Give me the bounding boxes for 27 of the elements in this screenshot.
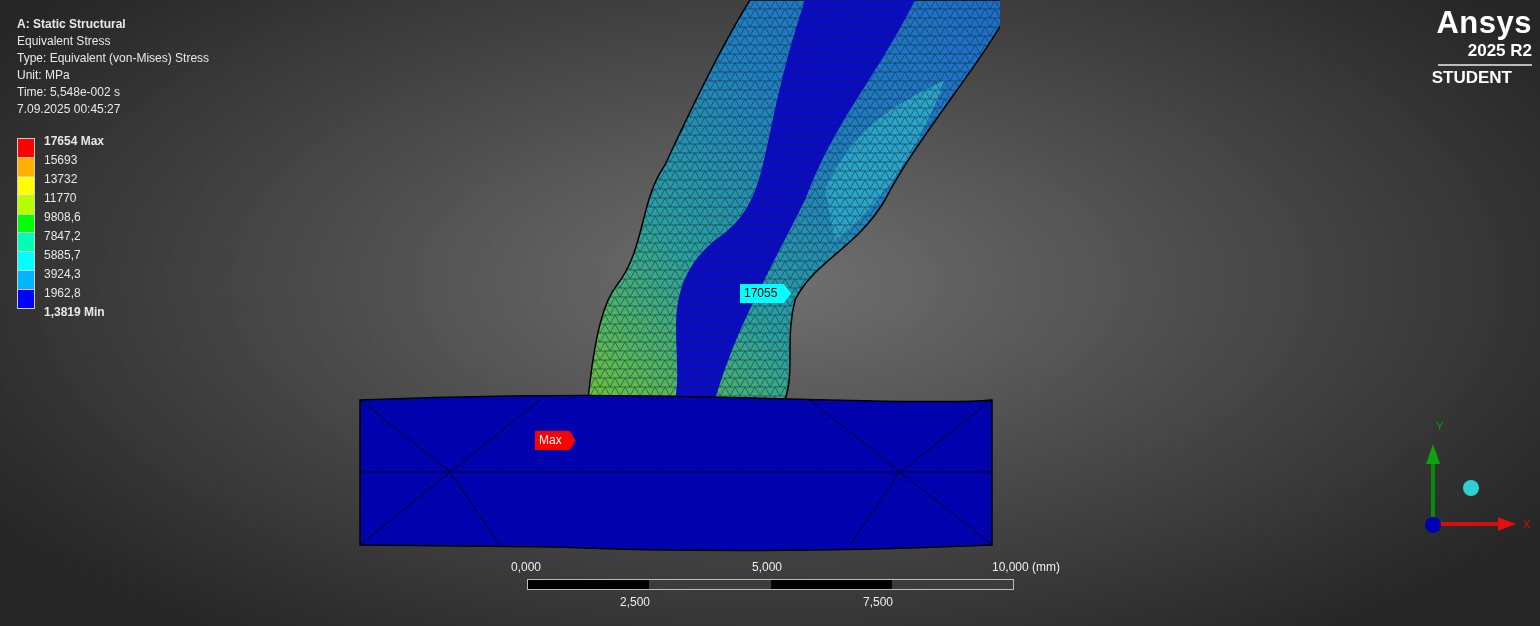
legend-value: 7847,2 <box>44 228 82 245</box>
legend-value: 3924,3 <box>44 266 82 283</box>
version-label: 2025 R2 <box>1437 40 1532 66</box>
scale-label: 0,000 <box>511 560 543 574</box>
analysis-title: A: Static Structural <box>17 16 127 33</box>
legend-value: 1,3819 Min <box>44 304 105 321</box>
legend-value: 5885,7 <box>44 247 82 264</box>
legend-value: 15693 <box>44 152 79 169</box>
result-unit: Unit: MPa <box>17 67 71 84</box>
legend-value: 9808,6 <box>44 209 82 226</box>
scale-label: 5,000 <box>752 560 784 574</box>
legend-value: 11770 <box>44 190 78 207</box>
edition-label: STUDENT <box>1431 67 1512 89</box>
result-time: Time: 5,548e-002 s <box>17 84 121 101</box>
result-name: Equivalent Stress <box>17 33 112 50</box>
scale-label: 10,000 (mm) <box>992 560 1061 574</box>
brand-logo: Ansys <box>1436 6 1532 40</box>
result-date: 7.09.2025 00:45:27 <box>17 101 122 118</box>
probe-label: 17055 <box>740 284 792 303</box>
legend-value: 1962,8 <box>44 285 82 302</box>
scale-label: 2,500 <box>620 595 652 609</box>
coordinate-triad-drawing: Y X <box>1418 416 1536 538</box>
legend-value: 17654 Max <box>44 133 105 150</box>
probe-label: Max <box>535 431 576 450</box>
result-type: Type: Equivalent (von-Mises) Stress <box>17 50 210 67</box>
scale-label: 7,500 <box>863 595 895 609</box>
legend-value: 13732 <box>44 171 79 188</box>
